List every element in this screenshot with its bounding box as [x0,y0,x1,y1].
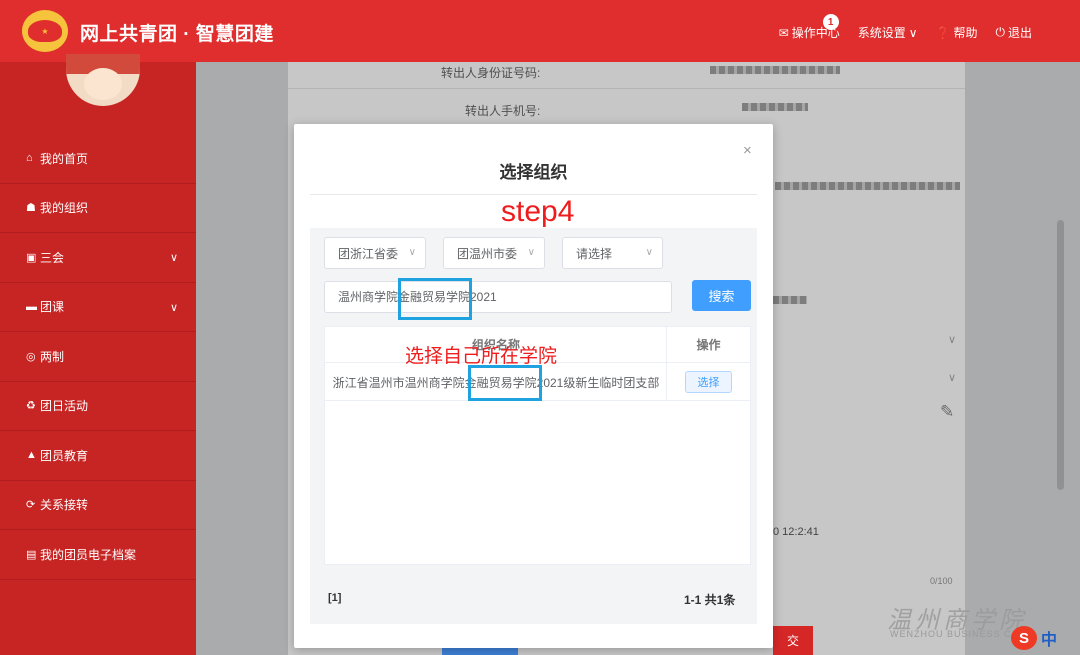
top-header: ★ 网上共青团 · 智慧团建 ✉ 操作中心 1 系统设置 ∨ ❓ 帮助 ⏻ 退出 [0,0,1080,62]
select-org-button[interactable]: 选择 [685,371,732,393]
sidebar-item-label: 团员教育 [40,448,89,463]
avatar [66,54,140,106]
chevron-down-icon: ∨ [645,247,653,258]
chevron-down-icon: ∨ [527,247,535,258]
sidebar-item-home[interactable]: ⌂ 我的首页 [0,134,196,184]
sidebar-item-two-systems[interactable]: ◎ 两制 [0,332,196,382]
district-select[interactable]: 请选择 ∨ [562,237,663,269]
pagination-summary: 1-1 共1条 [684,593,736,607]
notification-badge: 1 [822,14,839,30]
sidebar-menu: ⌂ 我的首页 ☗ 我的组织 ▣ 三会 ∨ ▬ 团课 ∨ ◎ 两制 ♻ 团日活动 … [0,134,196,580]
sidebar-item-transfer[interactable]: ⟳ 关系接转 [0,481,196,530]
sidebar-item-label: 三会 [40,250,65,265]
sidebar-item-education[interactable]: ▲ 团员教育 [0,431,196,481]
folder-icon: ▬ [26,300,37,313]
power-icon: ⏻ [995,25,1005,39]
province-select[interactable]: 团浙江省委 ∨ [324,237,426,269]
page-links[interactable]: [1] [328,592,341,604]
question-icon: ❓ [935,25,951,40]
chevron-down-icon: ∨ [169,301,178,314]
top-nav: ✉ 操作中心 1 系统设置 ∨ ❓ 帮助 ⏻ 退出 [778,14,1032,41]
app-title: 网上共青团 · 智慧团建 [80,24,274,45]
sidebar-item-league-class[interactable]: ▬ 团课 ∨ [0,283,196,332]
province-value: 团浙江省委 [338,246,399,261]
graduation-cap-icon: ▲ [26,449,37,462]
operations-center-link[interactable]: ✉ 操作中心 1 [778,14,840,41]
submit-button-label: 交 [786,634,799,648]
column-header-action: 操作 [696,337,721,352]
chevron-down-icon: ∨ [908,25,918,40]
instruction-annotation: 选择自己所在学院 [405,346,558,367]
file-icon: ▤ [26,548,37,561]
sidebar-item-label: 我的组织 [40,201,89,216]
sidebar-item-label: 关系接转 [40,498,89,513]
sidebar-item-e-archive[interactable]: ▤ 我的团员电子档案 [0,530,196,580]
dialog-title: 选择组织 [499,163,568,182]
ime-indicator[interactable]: S 中 [1011,626,1057,650]
search-button[interactable]: 搜索 [692,280,751,311]
sidebar-item-my-org[interactable]: ☗ 我的组织 [0,184,196,233]
ime-language: 中 [1041,632,1058,649]
sogou-icon: S [1011,626,1037,650]
sidebar-item-three-meetings[interactable]: ▣ 三会 ∨ [0,233,196,283]
logout-label: 退出 [1007,26,1032,40]
sidebar-item-label: 团日活动 [40,399,89,414]
help-link[interactable]: ❓ 帮助 [936,24,978,41]
calendar-icon: ▣ [26,251,37,264]
home-icon: ⌂ [26,152,33,165]
logout-link[interactable]: ⏻ 退出 [995,24,1032,41]
highlight-box-result [468,365,542,401]
district-placeholder: 请选择 [576,246,613,261]
settings-label: 系统设置 [857,26,906,40]
avatar-face [84,68,122,100]
recycle-icon: ♻ [26,400,36,413]
school-watermark-sub: WENZHOU BUSINESS C [890,629,1012,639]
sidebar-item-league-day[interactable]: ♻ 团日活动 [0,382,196,431]
mail-icon: ✉ [778,25,789,40]
sidebar-item-label: 我的首页 [40,151,89,166]
step-annotation: step4 [501,195,575,228]
circle-icon: ◎ [26,350,36,363]
highlight-box-search [398,278,472,320]
close-icon[interactable]: × [743,142,752,159]
settings-menu[interactable]: 系统设置 ∨ [858,24,918,41]
help-label: 帮助 [953,26,978,40]
org-search-input[interactable]: 温州商学院金融贸易学院2021 [324,281,672,313]
refresh-icon: ⟳ [26,499,36,512]
sidebar-item-label: 我的团员电子档案 [40,547,137,562]
city-select[interactable]: 团温州市委 ∨ [443,237,545,269]
chevron-down-icon: ∨ [408,247,416,258]
city-value: 团温州市委 [457,246,518,261]
sidebar: ⌂ 我的首页 ☗ 我的组织 ▣ 三会 ∨ ▬ 团课 ∨ ◎ 两制 ♻ 团日活动 … [0,54,196,655]
league-logo: ★ [22,10,68,52]
sidebar-item-label: 团课 [40,300,65,315]
sidebar-item-label: 两制 [40,349,65,364]
submit-button[interactable]: 交 [773,626,813,655]
chevron-down-icon: ∨ [169,252,178,264]
group-icon: ☗ [26,202,36,215]
